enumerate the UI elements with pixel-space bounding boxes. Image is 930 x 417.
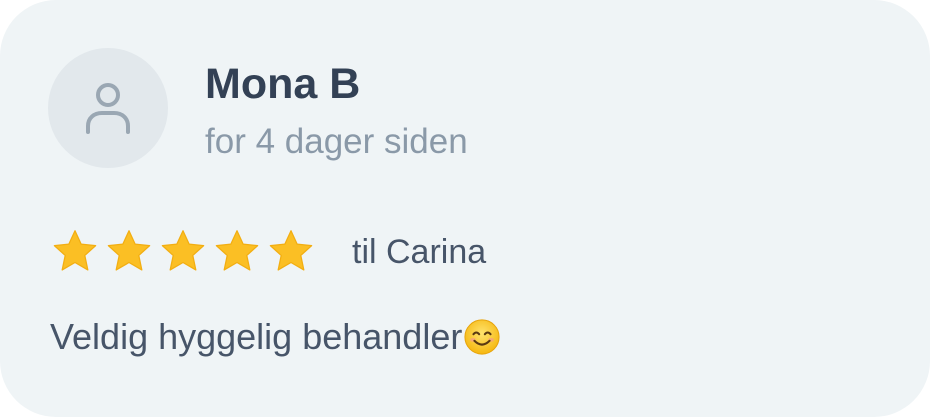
- star-icon: [161, 230, 205, 271]
- user-icon: [86, 83, 130, 134]
- star-icon: [269, 230, 313, 271]
- star-rating: [50, 227, 320, 277]
- staff-name: til Carina: [352, 233, 487, 271]
- star-icon: [107, 230, 151, 271]
- rating-row: til Carina: [50, 226, 486, 278]
- review-card: Mona B for 4 dager siden til Carina Veld…: [0, 0, 930, 417]
- avatar: [48, 48, 168, 168]
- review-timestamp: for 4 dager siden: [205, 122, 468, 161]
- reviewer-name: Mona B: [205, 60, 361, 108]
- review-text: Veldig hyggelig behandler: [50, 315, 501, 359]
- star-icon: [53, 230, 97, 271]
- smiling-face-emoji-icon: [464, 319, 500, 355]
- star-icon: [215, 230, 259, 271]
- review-text-content: Veldig hyggelig behandler: [50, 316, 463, 357]
